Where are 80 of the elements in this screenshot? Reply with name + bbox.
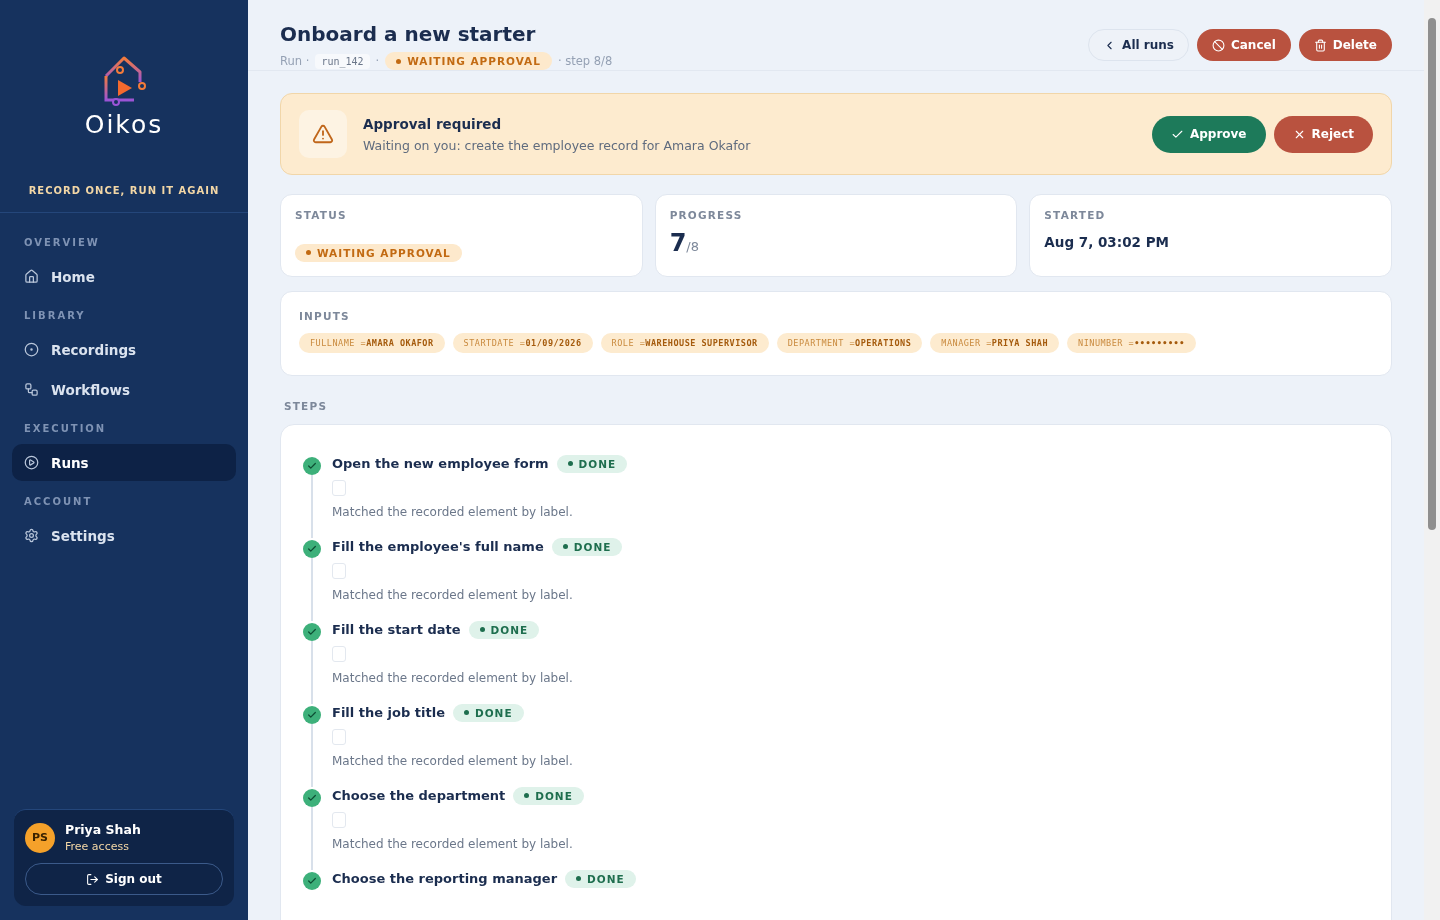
nav-item[interactable]: Recordings — [12, 331, 236, 368]
input-chip: MANAGER =PRIYA SHAH — [930, 332, 1060, 353]
section-label: STEPS — [283, 398, 329, 412]
check-icon — [303, 871, 321, 890]
status-badge: WAITING APPROVAL — [385, 52, 552, 70]
step-status: DONE — [513, 786, 584, 805]
step-title: Choose the department — [332, 788, 506, 803]
nav-heading: EXECUTION — [23, 422, 108, 436]
step-note: Matched the recorded element by label. — [332, 670, 574, 685]
banner-message: Waiting on you: create the employee record for Amara Okafor — [363, 137, 752, 153]
step-thumbnail — [332, 479, 346, 496]
card-label: INPUTS — [299, 309, 351, 322]
settings-icon — [24, 528, 39, 543]
nav-item[interactable]: Settings — [12, 517, 236, 554]
step-title: Fill the start date — [332, 622, 461, 637]
run-label: Run · — [280, 54, 310, 68]
check-icon — [303, 456, 321, 475]
nav-item[interactable]: Home — [12, 258, 236, 295]
nav-heading: ACCOUNT — [23, 495, 94, 509]
check-icon — [303, 705, 321, 724]
check-icon — [303, 622, 321, 641]
nav-item[interactable]: Workflows — [12, 371, 236, 408]
tagline: RECORD ONCE, RUN IT AGAIN — [28, 185, 220, 196]
nav-item[interactable]: Runs — [12, 444, 236, 481]
play-icon — [24, 455, 39, 470]
step-title: Open the new employee form — [332, 456, 549, 471]
page-title: Onboard a new starter — [280, 22, 537, 46]
step-count: · step 8/8 — [557, 54, 613, 68]
step-note: Matched the recorded element by label. — [332, 504, 574, 519]
step-thumbnail — [332, 562, 346, 579]
card-label: STARTED — [1044, 209, 1107, 221]
separator: · — [375, 54, 380, 68]
progress-done: 7 — [669, 229, 687, 257]
card-label: PROGRESS — [669, 209, 744, 221]
home-icon — [24, 269, 39, 284]
brand-name: Oikos — [84, 110, 164, 139]
progress-total: /8 — [686, 239, 699, 254]
step-note: Matched the recorded element by label. — [332, 587, 574, 602]
delete-button[interactable]: Delete — [1298, 29, 1392, 61]
reject-button[interactable]: Reject — [1273, 115, 1373, 153]
warning-icon — [299, 110, 347, 158]
step-title: Fill the job title — [332, 705, 445, 720]
step-thumbnail — [332, 728, 346, 745]
started-time: Aug 7, 03:02 PM — [1044, 234, 1170, 250]
step-status: DONE — [468, 620, 540, 639]
input-chip: ROLE =WAREHOUSE SUPERVISOR — [600, 332, 769, 353]
avatar: PS — [25, 822, 55, 853]
status-badge: WAITING APPROVAL — [295, 243, 462, 262]
approve-button[interactable]: Approve — [1151, 115, 1266, 153]
workflow-icon — [24, 382, 39, 397]
input-chip: DEPARTMENT =OPERATIONS — [776, 332, 923, 353]
step-status: DONE — [556, 454, 628, 473]
user-plan: Free access — [65, 840, 130, 853]
step-title: Choose the reporting manager — [332, 871, 558, 886]
all-runs-button[interactable]: All runs — [1088, 29, 1189, 61]
step-note: Matched the recorded element by label. — [332, 836, 574, 851]
record-icon — [24, 342, 39, 357]
step-status: DONE — [452, 703, 524, 722]
step-note: Matched the recorded element by label. — [332, 753, 574, 768]
scrollbar[interactable] — [1424, 0, 1440, 920]
user-name: Priya Shah — [65, 822, 141, 837]
step-thumbnail — [332, 811, 346, 828]
nav-heading: OVERVIEW — [23, 236, 101, 250]
check-icon — [303, 788, 321, 807]
input-chip: NINUMBER =••••••••• — [1067, 332, 1196, 353]
input-chip: FULLNAME =AMARA OKAFOR — [299, 332, 445, 353]
card-label: STATUS — [295, 209, 348, 221]
nav-heading: LIBRARY — [23, 309, 87, 323]
step-thumbnail — [332, 645, 346, 662]
trash-icon — [1313, 38, 1327, 52]
step-title: Fill the employee's full name — [332, 539, 544, 554]
cancel-button[interactable]: Cancel — [1196, 29, 1291, 61]
banner-title: Approval required — [363, 115, 503, 132]
sign-out-icon — [86, 872, 100, 886]
step-status: DONE — [551, 537, 623, 556]
input-chip: STARTDATE =01/09/2026 — [452, 332, 593, 353]
ban-icon — [1211, 38, 1225, 52]
check-icon — [303, 539, 321, 558]
step-status: DONE — [565, 869, 636, 888]
run-id: run_142 — [315, 53, 370, 69]
